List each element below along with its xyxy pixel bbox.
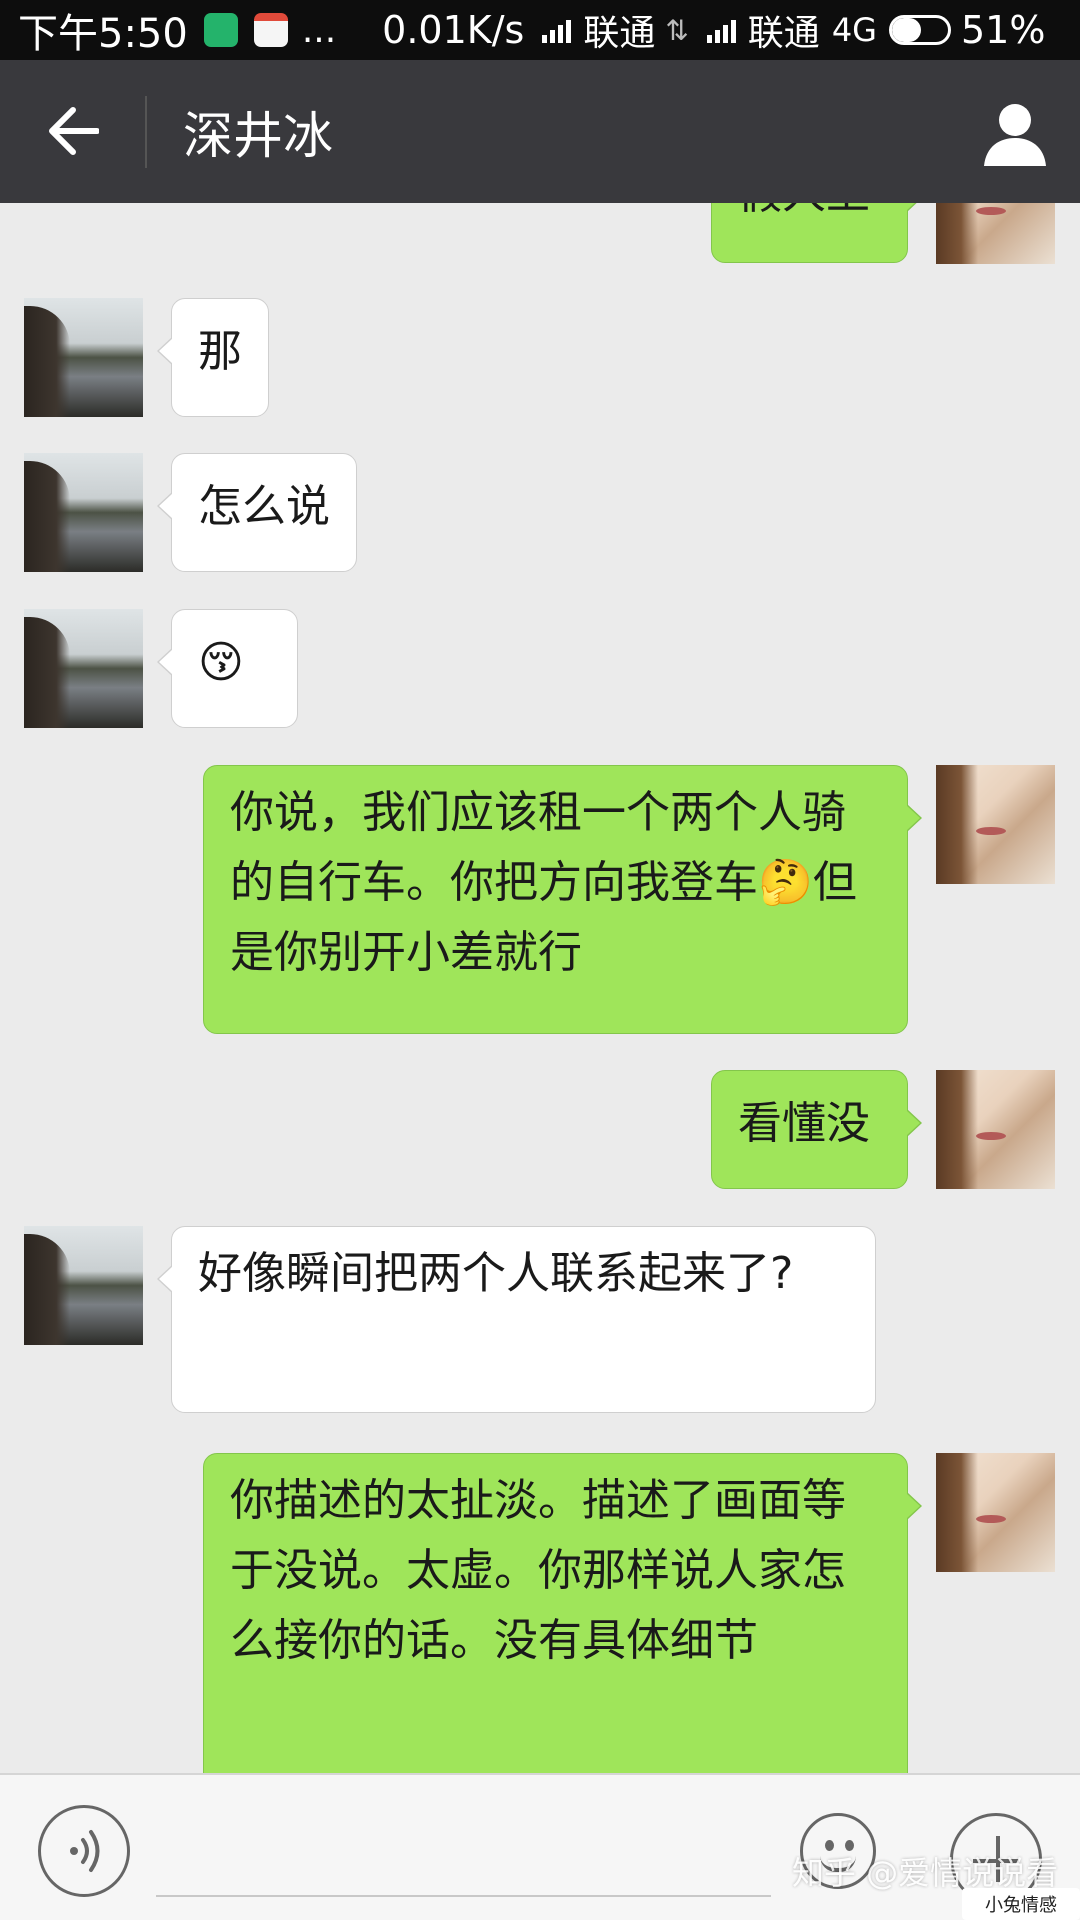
message-text: 那: [198, 326, 242, 377]
message-bubble-incoming[interactable]: 那: [157, 298, 269, 417]
my-avatar[interactable]: [936, 203, 1055, 264]
message-text: 你说，我们应该租一个两个人骑的自行车。你把方向我登车🤔但是你别开小差就行: [230, 787, 857, 978]
signal-2-icon: [706, 17, 736, 43]
friend-avatar[interactable]: [24, 609, 143, 728]
message-bubble-outgoing[interactable]: 你说，我们应该租一个两个人骑的自行车。你把方向我登车🤔但是你别开小差就行: [203, 765, 922, 1034]
network-type: 4G: [831, 11, 877, 49]
my-avatar[interactable]: [936, 765, 1055, 884]
message-text: 怎么说: [198, 481, 330, 532]
arrow-left-icon: [49, 107, 99, 155]
back-button[interactable]: [0, 60, 145, 203]
data-transfer-icon: ⇅: [665, 13, 689, 47]
message-emoji: 😚: [198, 637, 244, 688]
message-text: 看懂没: [738, 1098, 870, 1149]
status-time: 下午5:50: [18, 11, 188, 57]
more-notifications-icon: ...: [301, 9, 337, 51]
person-icon: [984, 104, 1046, 166]
message-text: 好像瞬间把两个人联系起来了?: [198, 1248, 794, 1299]
message-bubble-outgoing[interactable]: 假人上: [711, 203, 922, 263]
message-text: 你描述的太扯淡。描述了画面等于没说。太虚。你那样说人家怎么接你的话。没有具体细节: [230, 1475, 846, 1666]
message-text: 假人上: [738, 203, 881, 242]
network-speed: 0.01K/s: [382, 8, 525, 52]
status-bar: 下午5:50 ... 0.01K/s 联通 ⇅ 联通 4G 51%: [0, 0, 1080, 60]
message-bubble-incoming[interactable]: 怎么说: [157, 453, 357, 572]
my-avatar[interactable]: [936, 1070, 1055, 1189]
battery-icon: [888, 15, 951, 45]
message-bubble-incoming[interactable]: 😚: [157, 609, 298, 728]
friend-avatar[interactable]: [24, 1226, 143, 1345]
my-avatar[interactable]: [936, 1453, 1055, 1572]
voice-button[interactable]: [38, 1805, 130, 1897]
message-list[interactable]: 假人上 那 怎么说 😚 你说，我们应该租一个两个人骑的自行车。你把方向我登车🤔但…: [0, 203, 1080, 1773]
corner-logo: 小兔情感: [962, 1888, 1080, 1920]
signal-icon: [542, 17, 572, 43]
friend-avatar[interactable]: [24, 298, 143, 417]
message-input[interactable]: [156, 1895, 771, 1897]
battery-percent: 51%: [960, 8, 1046, 52]
friend-avatar[interactable]: [24, 453, 143, 572]
input-bar: [0, 1773, 1080, 1920]
chat-title: 深井冰: [183, 106, 333, 165]
calendar-icon: [253, 13, 288, 47]
battery-fill: [891, 18, 921, 42]
message-bubble-incoming[interactable]: 好像瞬间把两个人联系起来了?: [157, 1226, 876, 1413]
message-bubble-outgoing[interactable]: 看懂没: [711, 1070, 922, 1189]
message-bubble-outgoing[interactable]: 你描述的太扯淡。描述了画面等于没说。太虚。你那样说人家怎么接你的话。没有具体细节: [203, 1453, 922, 1773]
security-shield-icon: [203, 13, 238, 47]
profile-button[interactable]: [980, 98, 1050, 168]
header-divider: [145, 95, 147, 168]
chat-header: 深井冰: [0, 60, 1080, 203]
voice-icon: [70, 1830, 100, 1872]
carrier-1-label: 联通: [583, 13, 656, 54]
carrier-2-label: 联通: [747, 13, 820, 54]
